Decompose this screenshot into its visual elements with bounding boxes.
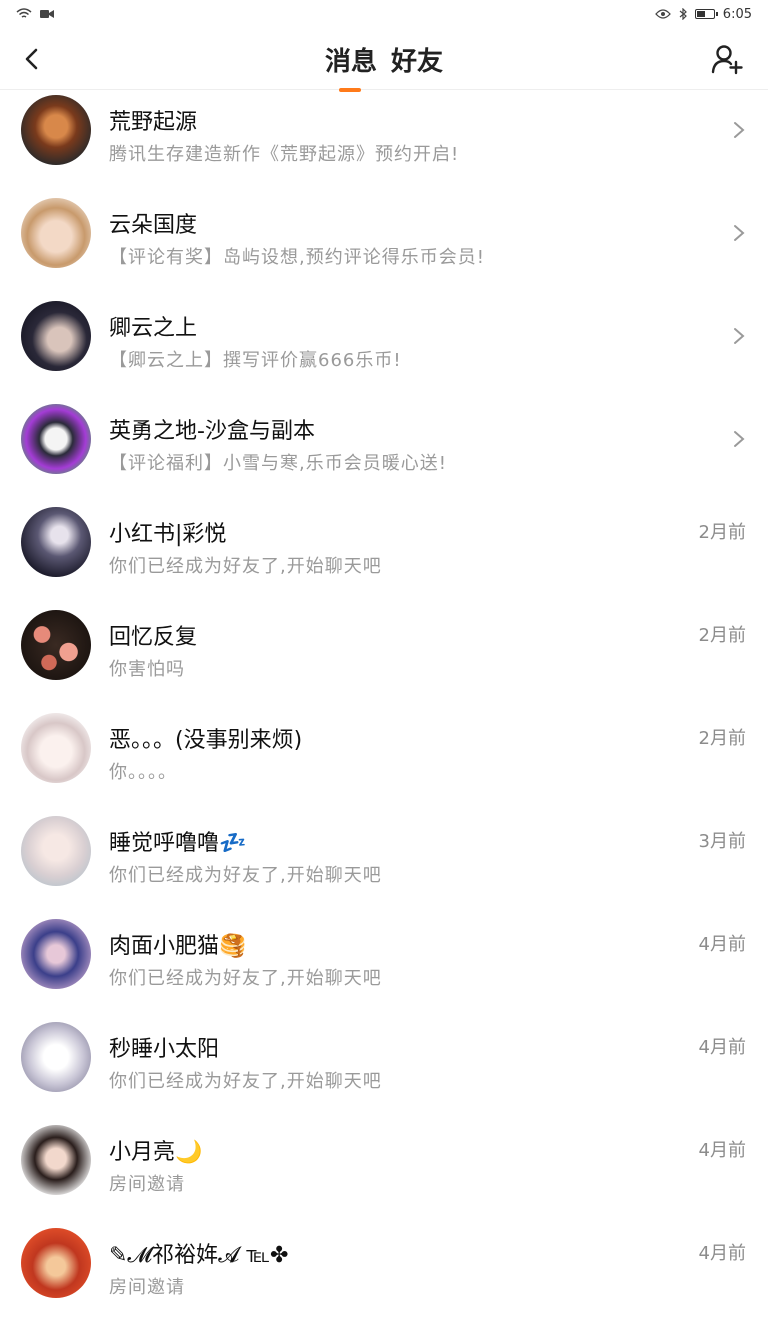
- add-user-icon: [711, 45, 743, 75]
- item-preview: 【卿云之上】撰写评价赢666乐币!: [109, 350, 402, 371]
- item-preview: 【评论福利】小雪与寒,乐币会员暖心送!: [109, 453, 447, 474]
- list-item[interactable]: 睡觉呼噜噜💤 你们已经成为好友了,开始聊天吧 3月前: [0, 811, 768, 914]
- item-name: 恶。。。(没事别来烦): [109, 728, 303, 753]
- item-preview: 【评论有奖】岛屿设想,预约评论得乐币会员!: [109, 247, 485, 268]
- item-name: 云朵国度: [109, 213, 198, 238]
- tab-friends-label: 好友: [391, 46, 444, 77]
- chevron-right-icon: [734, 328, 745, 344]
- list-item[interactable]: 卿云之上 【卿云之上】撰写评价赢666乐币!: [0, 296, 768, 399]
- avatar: [21, 301, 91, 371]
- item-preview: 你们已经成为好友了,开始聊天吧: [109, 865, 382, 886]
- list-item[interactable]: 英勇之地-沙盒与副本 【评论福利】小雪与寒,乐币会员暖心送!: [0, 399, 768, 502]
- avatar: [21, 1125, 91, 1195]
- item-preview: 你们已经成为好友了,开始聊天吧: [109, 1071, 382, 1092]
- item-time: 4月前: [698, 1037, 746, 1058]
- item-preview: 腾讯生存建造新作《荒野起源》预约开启!: [109, 144, 460, 165]
- item-preview: 房间邀请: [109, 1277, 185, 1298]
- list-item[interactable]: 小红书|彩悦 你们已经成为好友了,开始聊天吧 2月前: [0, 502, 768, 605]
- item-preview: 你。。。。: [109, 762, 177, 783]
- list-item[interactable]: 云朵国度 【评论有奖】岛屿设想,预约评论得乐币会员!: [0, 193, 768, 296]
- list-item[interactable]: 荒野起源 腾讯生存建造新作《荒野起源》预约开启!: [0, 90, 768, 182]
- battery-icon: [694, 9, 718, 19]
- avatar: [21, 404, 91, 474]
- conversation-list: 荒野起源 腾讯生存建造新作《荒野起源》预约开启! 云朵国度 【评论有奖】岛屿设想…: [0, 90, 768, 1298]
- item-name: ✎𝓜祁裕姩𝓐 ℡✤: [109, 1243, 289, 1268]
- item-preview: 房间邀请: [109, 1174, 185, 1195]
- tab-messages[interactable]: 消息: [324, 41, 377, 92]
- list-item[interactable]: ✎𝓜祁裕姩𝓐 ℡✤ 房间邀请 4月前: [0, 1223, 768, 1326]
- avatar: [21, 713, 91, 783]
- item-time: 2月前: [698, 522, 746, 543]
- status-bar: 6:05: [0, 0, 768, 28]
- list-item[interactable]: 肉面小肥猫🥞 你们已经成为好友了,开始聊天吧 4月前: [0, 914, 768, 1017]
- item-name: 肉面小肥猫🥞: [109, 934, 247, 959]
- item-preview: 你害怕吗: [109, 659, 185, 680]
- item-time: 2月前: [698, 728, 746, 749]
- tab-friends[interactable]: 好友: [391, 41, 443, 78]
- item-time: 4月前: [698, 1243, 746, 1264]
- list-item[interactable]: 回忆反复 你害怕吗 2月前: [0, 605, 768, 708]
- avatar: [21, 507, 91, 577]
- item-name: 小月亮🌙: [109, 1140, 203, 1165]
- tab-bar: 消息 好友: [0, 28, 768, 92]
- tab-messages-label: 消息: [324, 46, 377, 77]
- item-time: 4月前: [698, 1140, 746, 1161]
- item-name: 英勇之地-沙盒与副本: [109, 419, 315, 444]
- chevron-right-icon: [734, 225, 745, 241]
- item-time: 4月前: [698, 934, 746, 955]
- item-time: 2月前: [698, 625, 746, 646]
- video-camera-icon: [40, 10, 54, 18]
- avatar: [21, 919, 91, 989]
- avatar: [21, 198, 91, 268]
- avatar: [21, 816, 91, 886]
- chevron-right-icon: [734, 122, 745, 138]
- bluetooth-icon: [679, 8, 687, 20]
- list-item[interactable]: 秒睡小太阳 你们已经成为好友了,开始聊天吧 4月前: [0, 1017, 768, 1120]
- list-item[interactable]: 恶。。。(没事别来烦) 你。。。。 2月前: [0, 708, 768, 811]
- item-name: 睡觉呼噜噜💤: [109, 831, 247, 856]
- item-preview: 你们已经成为好友了,开始聊天吧: [109, 968, 382, 989]
- avatar: [21, 95, 91, 165]
- item-preview: 你们已经成为好友了,开始聊天吧: [109, 556, 382, 577]
- header: 消息 好友: [0, 28, 768, 92]
- item-name: 卿云之上: [109, 316, 198, 341]
- item-name: 小红书|彩悦: [109, 522, 227, 547]
- eye-icon: [654, 9, 671, 19]
- avatar: [21, 1228, 91, 1298]
- chevron-right-icon: [734, 431, 745, 447]
- item-name: 荒野起源: [109, 110, 198, 135]
- wifi-icon: [16, 8, 32, 18]
- avatar: [21, 1022, 91, 1092]
- status-left: [16, 8, 54, 20]
- avatar: [21, 610, 91, 680]
- list-item[interactable]: 小月亮🌙 房间邀请 4月前: [0, 1120, 768, 1223]
- item-time: 3月前: [698, 831, 746, 852]
- status-right: 6:05: [654, 6, 752, 22]
- item-name: 回忆反复: [109, 625, 198, 650]
- add-friend-button[interactable]: [710, 42, 744, 76]
- clock: 6:05: [722, 6, 752, 22]
- item-name: 秒睡小太阳: [109, 1037, 220, 1062]
